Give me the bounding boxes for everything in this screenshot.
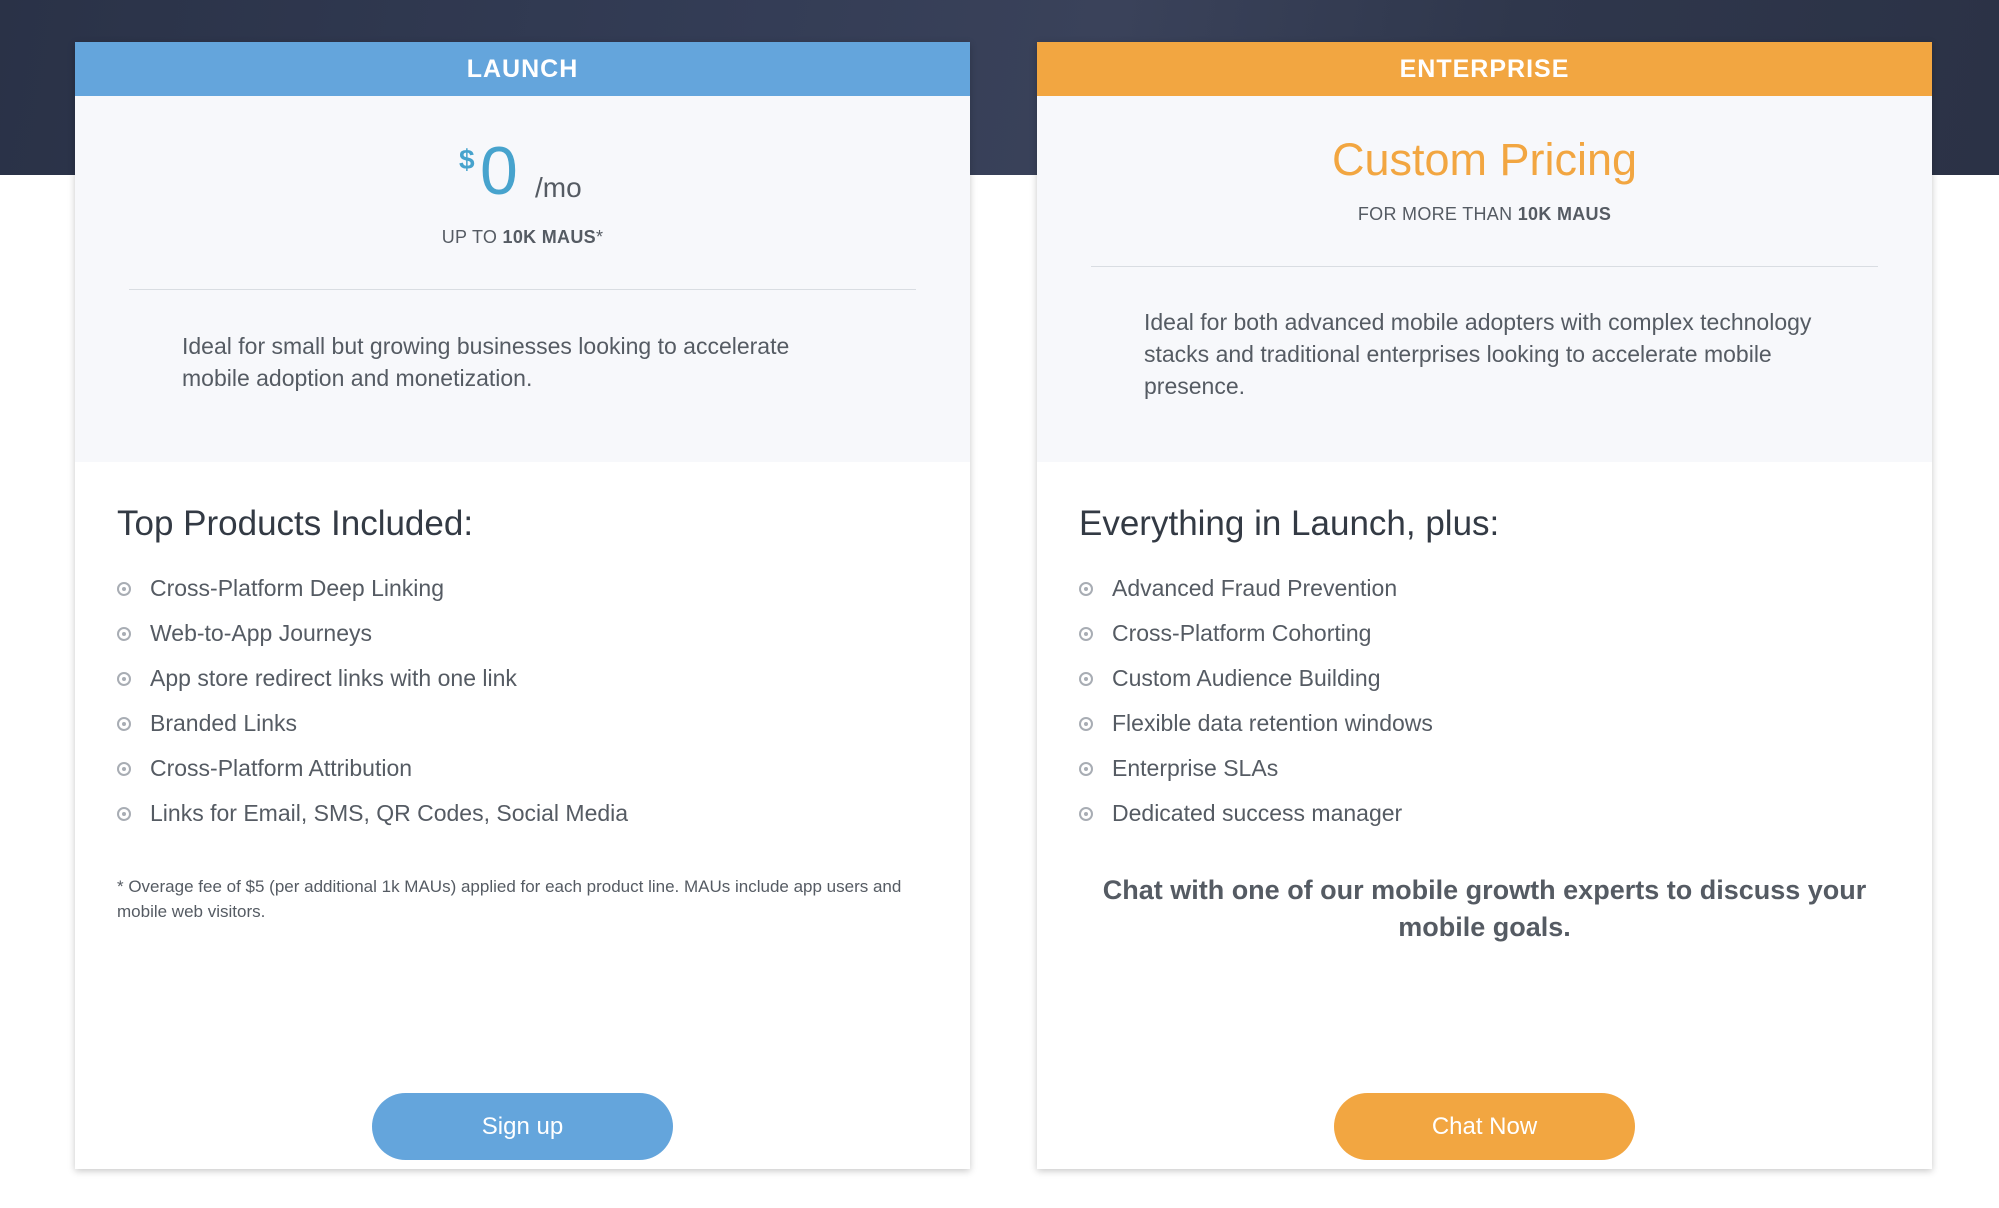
feature-label: Cross-Platform Attribution [150, 755, 413, 781]
launch-price: $ 0 /mo [75, 133, 970, 216]
launch-feature-list: Cross-Platform Deep Linking Web-to-App J… [117, 566, 628, 836]
circle-dot-icon [1079, 716, 1093, 731]
feature-label: Cross-Platform Deep Linking [150, 575, 445, 601]
enterprise-feature-list: Advanced Fraud Prevention Cross-Platform… [1079, 566, 1433, 836]
feature-label: Enterprise SLAs [1112, 755, 1279, 781]
circle-dot-icon [1079, 626, 1093, 641]
feature-item: Web-to-App Journeys [117, 611, 628, 656]
feature-item: Branded Links [117, 701, 628, 746]
chat-cta-text: Chat with one of our mobile growth exper… [1102, 875, 1867, 942]
feature-label: App store redirect links with one link [150, 665, 517, 691]
mau-limit-prefix: FOR MORE THAN [1357, 204, 1513, 224]
feature-item: Links for Email, SMS, QR Codes, Social M… [117, 791, 628, 836]
launch-description: Ideal for small but growing businesses l… [182, 333, 790, 391]
feature-label: Advanced Fraud Prevention [1112, 575, 1398, 601]
circle-dot-icon [117, 581, 131, 596]
feature-item: Enterprise SLAs [1079, 746, 1433, 791]
launch-plan-card: LAUNCH $ 0 /mo UP TO 10K MAUS* Ideal for… [75, 42, 970, 1169]
circle-dot-icon [1079, 806, 1093, 821]
feature-label: Web-to-App Journeys [150, 620, 373, 646]
feature-item: Cross-Platform Deep Linking [117, 566, 628, 611]
divider [1091, 266, 1878, 267]
feature-label: Flexible data retention windows [1112, 710, 1433, 736]
feature-item: Cross-Platform Cohorting [1079, 611, 1433, 656]
enterprise-section-title: Everything in Launch, plus: [1079, 504, 1500, 543]
feature-label: Cross-Platform Cohorting [1112, 620, 1372, 646]
circle-dot-icon [1079, 671, 1093, 686]
custom-pricing-label: Custom Pricing [1331, 134, 1638, 185]
circle-dot-icon [117, 716, 131, 731]
enterprise-mau-limit: FOR MORE THAN 10K MAUS [1037, 204, 1932, 225]
launch-mau-limit: UP TO 10K MAUS* [75, 227, 970, 248]
feature-label: Branded Links [150, 710, 298, 736]
circle-dot-icon [1079, 581, 1093, 596]
mau-limit-value: 10K MAUS [1517, 204, 1612, 224]
price-amount: 0 [480, 133, 518, 209]
feature-item: Dedicated success manager [1079, 791, 1433, 836]
circle-dot-icon [117, 671, 131, 686]
launch-plan-header: LAUNCH [75, 42, 970, 96]
currency-symbol: $ [459, 144, 475, 175]
launch-pricing-section: $ 0 /mo UP TO 10K MAUS* Ideal for small … [75, 96, 970, 462]
price-period: /mo [535, 172, 582, 203]
circle-dot-icon [117, 761, 131, 776]
sign-up-button[interactable]: Sign up [372, 1093, 673, 1160]
launch-features-section: Top Products Included: Cross-Platform De… [75, 462, 970, 1169]
chat-now-button[interactable]: Chat Now [1334, 1093, 1635, 1160]
feature-label: Dedicated success manager [1112, 800, 1403, 826]
circle-dot-icon [117, 806, 131, 821]
circle-dot-icon [1079, 761, 1093, 776]
enterprise-pricing-section: Custom Pricing FOR MORE THAN 10K MAUS Id… [1037, 96, 1932, 462]
feature-item: Flexible data retention windows [1079, 701, 1433, 746]
feature-label: Custom Audience Building [1112, 665, 1381, 691]
feature-item: Cross-Platform Attribution [117, 746, 628, 791]
mau-limit-value: 10K MAUS [502, 227, 596, 247]
enterprise-description: Ideal for both advanced mobile adopters … [1144, 309, 1812, 399]
overage-footnote: * Overage fee of $5 (per additional 1k M… [117, 877, 902, 921]
circle-dot-icon [117, 626, 131, 641]
feature-item: App store redirect links with one link [117, 656, 628, 701]
enterprise-plan-header: ENTERPRISE [1037, 42, 1932, 96]
enterprise-plan-card: ENTERPRISE Custom Pricing FOR MORE THAN … [1037, 42, 1932, 1169]
mau-limit-prefix: UP TO [441, 227, 498, 247]
feature-label: Links for Email, SMS, QR Codes, Social M… [150, 800, 629, 826]
enterprise-features-section: Everything in Launch, plus: Advanced Fra… [1037, 462, 1932, 1169]
feature-item: Advanced Fraud Prevention [1079, 566, 1433, 611]
divider [129, 289, 916, 290]
mau-limit-asterisk: * [595, 227, 604, 247]
launch-section-title: Top Products Included: [117, 504, 474, 543]
feature-item: Custom Audience Building [1079, 656, 1433, 701]
